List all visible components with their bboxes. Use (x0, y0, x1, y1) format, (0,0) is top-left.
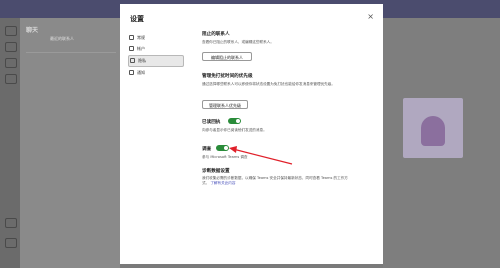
help-icon[interactable] (5, 238, 17, 248)
activity-icon[interactable] (5, 26, 17, 36)
settings-dialog: 设置 × 常规 帐户 隐私 通知 阻止的联系人 查看你已阻止的联系人，或编辑这些… (120, 4, 383, 264)
welcome-illustration (403, 98, 463, 158)
arrow-line (232, 148, 293, 165)
annotation-arrow (229, 146, 293, 165)
calendar-icon[interactable] (5, 74, 17, 84)
chat-list-panel: 聊天 最近的联系人 (20, 18, 120, 268)
recent-contacts-item[interactable]: 最近的联系人 (50, 36, 74, 42)
arrow-head (229, 146, 237, 153)
teams-icon[interactable] (5, 58, 17, 68)
app-rail (0, 18, 20, 268)
apps-icon[interactable] (5, 218, 17, 228)
divider (26, 52, 116, 53)
chat-icon[interactable] (5, 42, 17, 52)
avatar-illustration (421, 116, 445, 146)
chat-panel-title: 聊天 (26, 27, 39, 34)
main-content-area (383, 18, 500, 268)
